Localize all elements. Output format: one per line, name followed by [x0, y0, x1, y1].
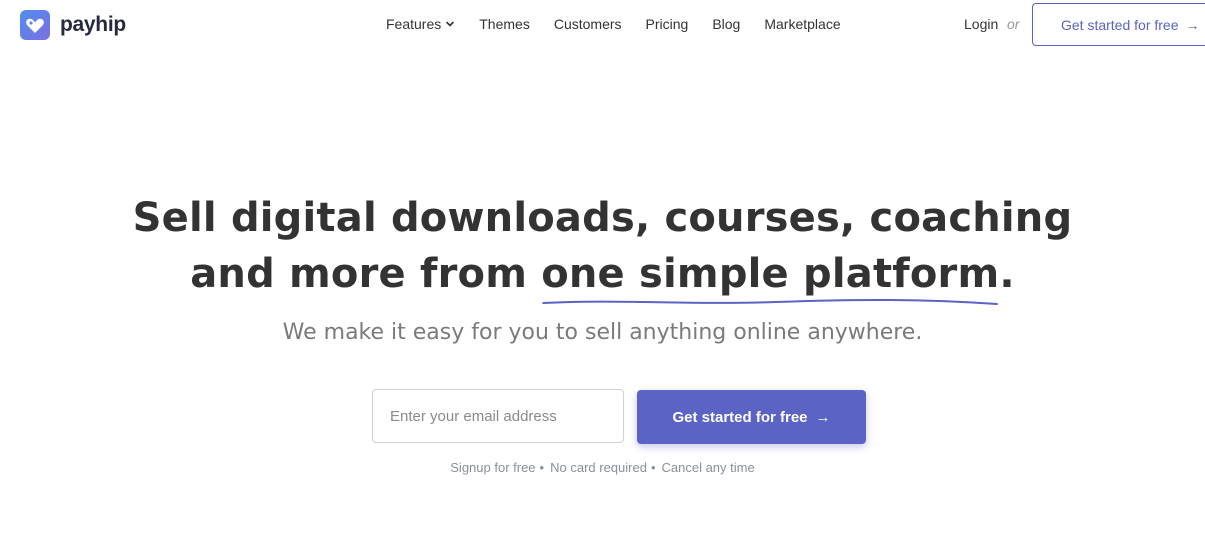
hero-get-started-button[interactable]: Get started for free →: [637, 390, 866, 444]
arrow-right-icon: →: [1185, 16, 1200, 33]
hero-title-highlight-text: one simple platform: [541, 251, 1000, 297]
bullet-separator: •: [539, 460, 545, 475]
hero-title-suffix: .: [999, 251, 1015, 297]
hero-title: Sell digital downloads, courses, coachin…: [0, 190, 1205, 305]
hero-subtitle: We make it easy for you to sell anything…: [282, 320, 923, 345]
squiggle-underline: [542, 298, 999, 305]
nav-item-customers[interactable]: Customers: [554, 16, 622, 32]
email-input[interactable]: [372, 389, 624, 443]
hero-title-line1: Sell digital downloads, courses, coachin…: [132, 195, 1073, 241]
login-link[interactable]: Login: [964, 16, 998, 32]
nav-item-themes[interactable]: Themes: [479, 16, 530, 32]
header-cta-label: Get started for free: [1061, 16, 1179, 33]
site-header: payhip Features Themes Customers Pricing…: [0, 0, 1205, 50]
heart-tag-icon: [20, 10, 50, 40]
signup-notes: Signup for free • No card required • Cancel …: [0, 460, 1205, 475]
logo-link[interactable]: payhip: [20, 10, 126, 40]
note-signup-free: Signup for free: [450, 460, 536, 475]
nav-item-features[interactable]: Features: [386, 16, 455, 32]
hero-cta-label: Get started for free: [672, 408, 808, 426]
brand-name: payhip: [60, 13, 126, 36]
hero-title-line2-prefix: and more from: [190, 251, 542, 297]
arrow-right-icon: →: [815, 408, 831, 426]
hero-title-highlight: one simple platform: [541, 246, 1000, 305]
note-cancel-anytime: Cancel any time: [661, 460, 755, 475]
header-get-started-button[interactable]: Get started for free →: [1032, 3, 1205, 46]
chevron-down-icon: [446, 21, 455, 27]
nav-item-pricing[interactable]: Pricing: [646, 16, 689, 32]
main-nav: Features Themes Customers Pricing Blog M…: [386, 16, 841, 32]
note-no-card: No card required: [550, 460, 647, 475]
or-separator: or: [1007, 16, 1020, 32]
bullet-separator: •: [650, 460, 656, 475]
nav-item-label: Features: [386, 16, 442, 32]
nav-item-blog[interactable]: Blog: [712, 16, 740, 32]
nav-item-marketplace[interactable]: Marketplace: [764, 16, 840, 32]
